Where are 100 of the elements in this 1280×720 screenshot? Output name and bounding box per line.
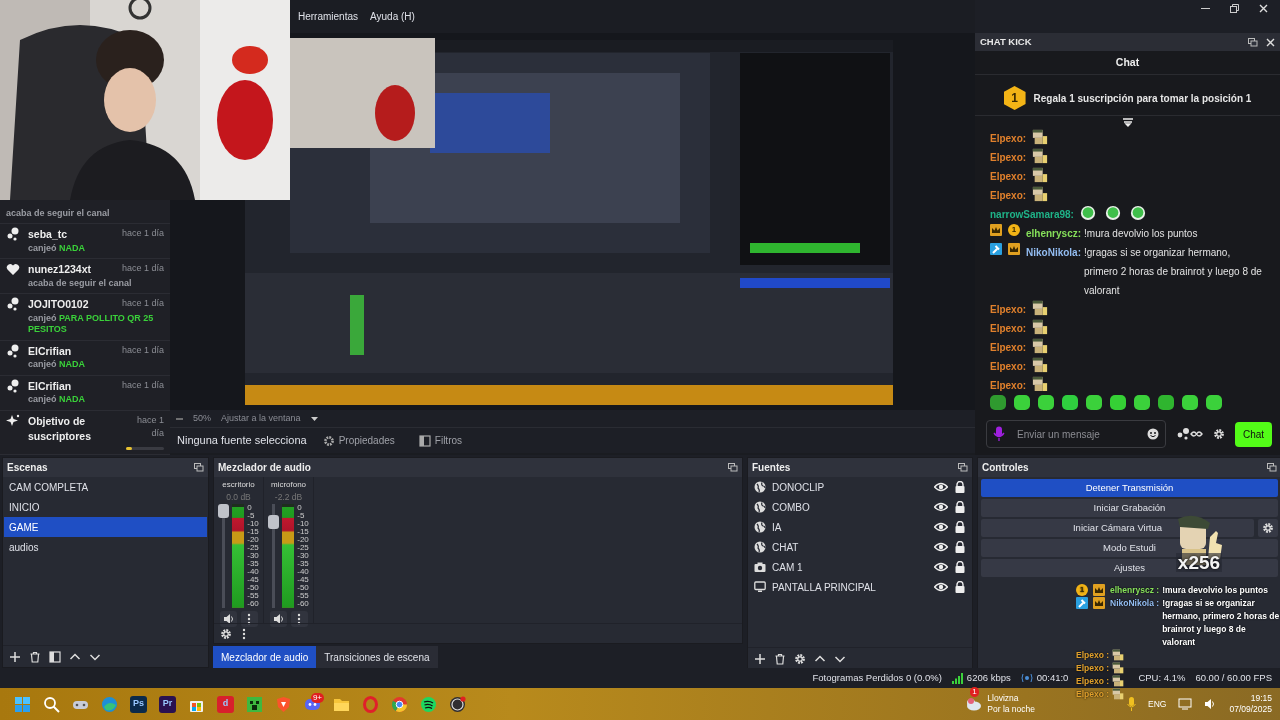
lock-icon[interactable]: [954, 561, 966, 573]
user-name[interactable]: Elpexo:: [990, 376, 1027, 391]
undock-icon[interactable]: [1267, 463, 1277, 472]
more-icon: [247, 612, 251, 625]
source-item[interactable]: DONOCLIP: [748, 477, 972, 497]
undock-icon[interactable]: [1248, 37, 1258, 47]
user-name[interactable]: Elpexo:: [990, 186, 1027, 205]
clock-time[interactable]: 19:15: [1229, 693, 1272, 704]
collapse-icon[interactable]: [1122, 118, 1133, 127]
emote-icon: [1032, 129, 1049, 145]
channel-menu-button[interactable]: [240, 610, 258, 627]
properties-button[interactable]: Propiedades: [314, 430, 403, 451]
undock-icon[interactable]: [194, 463, 204, 472]
emote-icon: [1112, 662, 1125, 674]
scale-label: 0: [247, 503, 253, 512]
cpu-usage: CPU: 4.1%: [1138, 670, 1186, 685]
scene-item[interactable]: INICIO: [4, 497, 207, 517]
globe-icon: [754, 501, 766, 513]
tab[interactable]: Mezclador de audio: [213, 646, 317, 668]
zoom-out-icon[interactable]: [176, 415, 183, 422]
add-button[interactable]: [754, 652, 766, 665]
stop-stream-button[interactable]: Detener Transmisión: [981, 479, 1278, 497]
source-name: COMBO: [772, 500, 811, 515]
settings-icon[interactable]: [1213, 428, 1225, 440]
scale-label: 0: [297, 503, 303, 512]
points-icon[interactable]: [1176, 426, 1203, 442]
mic-icon[interactable]: [993, 426, 1005, 442]
user-name[interactable]: Elpexo:: [990, 338, 1027, 357]
control-button[interactable]: Modo Estudi: [981, 539, 1278, 557]
monitor-icon: [754, 581, 766, 593]
eye-icon[interactable]: [934, 501, 948, 513]
lock-icon[interactable]: [954, 581, 966, 593]
menu-item[interactable]: Ayuda (H): [370, 9, 415, 24]
source-item[interactable]: IA: [748, 517, 972, 537]
filters-button[interactable]: Filtros: [410, 430, 471, 451]
language-indicator[interactable]: ENG: [1148, 697, 1167, 711]
menu-icon[interactable]: [242, 627, 246, 640]
source-item[interactable]: CAM 1: [748, 557, 972, 577]
user-name: nunez1234xt: [28, 262, 92, 278]
zoom-fit-option[interactable]: Ajustar a la ventana: [221, 411, 301, 426]
filter-button[interactable]: [49, 650, 61, 663]
user-name[interactable]: narrowSamara98:: [990, 205, 1074, 224]
mute-button[interactable]: [219, 610, 237, 627]
network-icon[interactable]: [1178, 698, 1193, 710]
user-name: ElCrifian: [28, 343, 72, 359]
message-field[interactable]: Enviar un mensaje: [986, 420, 1166, 448]
delete-button[interactable]: [774, 652, 786, 665]
eye-icon[interactable]: [934, 561, 948, 573]
lock-icon[interactable]: [954, 541, 966, 553]
user-name: Elpexo :: [1076, 662, 1110, 675]
add-button[interactable]: [9, 650, 21, 663]
mute-button[interactable]: [269, 610, 287, 627]
source-item[interactable]: COMBO: [748, 497, 972, 517]
control-button[interactable]: Iniciar Grabación: [981, 499, 1278, 517]
shield-icon: [275, 695, 292, 713]
clock-date[interactable]: 07/09/2025: [1229, 704, 1272, 715]
eye-icon[interactable]: [934, 521, 948, 533]
delete-button[interactable]: [29, 650, 41, 663]
user-name[interactable]: Elpexo:: [990, 300, 1027, 319]
undock-icon[interactable]: [728, 463, 738, 472]
user-name[interactable]: Elpexo:: [990, 319, 1027, 338]
user-name[interactable]: Elpexo:: [990, 129, 1027, 148]
eye-icon[interactable]: [934, 581, 948, 593]
lock-icon[interactable]: [954, 501, 966, 513]
scene-item[interactable]: GAME: [4, 517, 207, 537]
channel-name: escritorio: [222, 479, 255, 491]
scene-item[interactable]: audios: [4, 537, 207, 557]
volume-reading: 0.0 dB: [226, 491, 251, 504]
source-item[interactable]: CHAT: [748, 537, 972, 557]
app-tile[interactable]: Ps: [130, 695, 147, 713]
user-name[interactable]: NikoNikola:: [1026, 243, 1081, 262]
source-name: IA: [772, 520, 783, 535]
chat-app-button[interactable]: 9+: [301, 692, 324, 716]
scene-item[interactable]: CAM COMPLETA: [4, 477, 207, 497]
lock-icon[interactable]: [954, 521, 966, 533]
user-name[interactable]: Elpexo:: [990, 357, 1027, 376]
user-name[interactable]: elhenryscz:: [1026, 224, 1082, 243]
control-button[interactable]: Iniciar Cámara Virtua: [981, 519, 1254, 537]
close-icon[interactable]: [1266, 37, 1275, 47]
eye-icon[interactable]: [934, 481, 948, 493]
tab[interactable]: Transiciones de escena: [316, 646, 438, 668]
eye-icon[interactable]: [934, 541, 948, 553]
lock-icon[interactable]: [954, 481, 966, 493]
user-name[interactable]: Elpexo:: [990, 148, 1027, 167]
source-name: CAM 1: [772, 560, 804, 575]
source-item[interactable]: PANTALLA PRINCIPAL: [748, 577, 972, 597]
settings-button[interactable]: [794, 652, 806, 665]
scale-label: -25: [297, 543, 309, 552]
emoji-icon[interactable]: [1147, 428, 1159, 440]
undock-icon[interactable]: [958, 463, 968, 472]
channel-menu-button[interactable]: [290, 610, 308, 627]
mixer-settings-icon[interactable]: [220, 627, 232, 640]
menu-item[interactable]: Herramientas: [298, 9, 359, 24]
user-name[interactable]: Elpexo:: [990, 167, 1027, 186]
scale-label: -20: [247, 535, 259, 544]
settings-button[interactable]: [1258, 519, 1278, 537]
caret-icon[interactable]: [310, 415, 318, 422]
message-input[interactable]: Enviar un mensaje: [1015, 425, 1137, 443]
app-tile[interactable]: Pr: [159, 695, 176, 713]
send-button[interactable]: Chat: [1235, 421, 1273, 447]
